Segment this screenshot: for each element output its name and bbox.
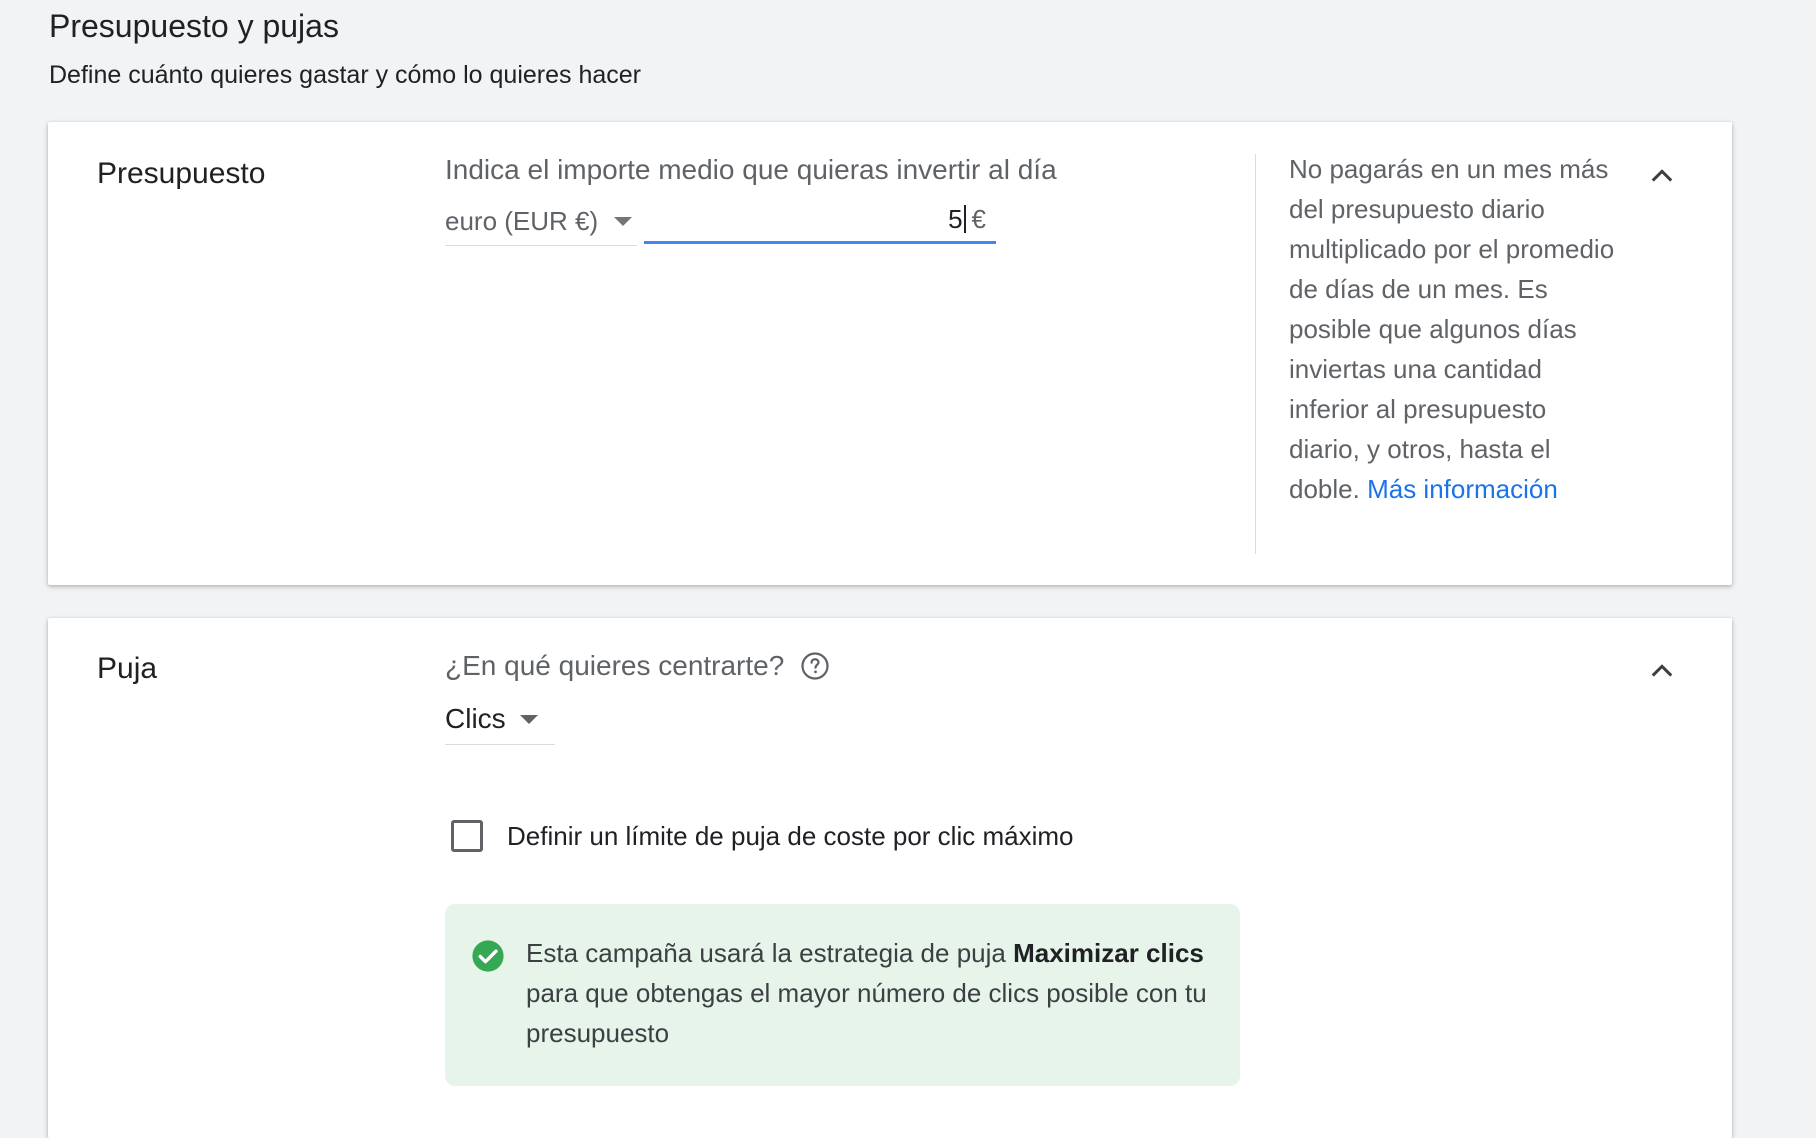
currency-select[interactable]: euro (EUR €) bbox=[445, 197, 637, 246]
chevron-up-icon bbox=[1651, 169, 1673, 182]
page-subtitle: Define cuánto quieres gastar y cómo lo q… bbox=[49, 61, 641, 89]
budget-collapse-button[interactable] bbox=[1642, 156, 1682, 196]
daily-budget-input[interactable]: 5 € bbox=[644, 197, 996, 244]
budget-help-body: No pagarás en un mes más del presupuesto… bbox=[1289, 154, 1615, 504]
help-divider bbox=[1255, 154, 1256, 554]
max-cpc-checkbox-row[interactable]: Definir un límite de puja de coste por c… bbox=[451, 820, 1073, 852]
focus-select[interactable]: Clics bbox=[445, 694, 555, 745]
help-circle-icon[interactable] bbox=[800, 651, 830, 681]
strategy-info-suffix: para que obtengas el mayor número de cli… bbox=[526, 978, 1207, 1048]
max-cpc-checkbox-label: Definir un límite de puja de coste por c… bbox=[507, 820, 1074, 851]
strategy-info-box: Esta campaña usará la estrategia de puja… bbox=[445, 904, 1240, 1086]
strategy-info-text: Esta campaña usará la estrategia de puja… bbox=[526, 933, 1216, 1053]
focus-value: Clics bbox=[445, 703, 506, 734]
bid-section-title: Puja bbox=[97, 652, 158, 685]
page-title: Presupuesto y pujas bbox=[49, 8, 339, 44]
check-circle-icon bbox=[472, 940, 504, 972]
budget-section-title: Presupuesto bbox=[97, 157, 266, 190]
bid-collapse-button[interactable] bbox=[1642, 651, 1682, 691]
bid-card: Puja ¿En qué quieres centrarte? Clics De… bbox=[48, 618, 1732, 1138]
budget-card: Presupuesto Indica el importe medio que … bbox=[48, 122, 1732, 585]
strategy-info-prefix: Esta campaña usará la estrategia de puja bbox=[526, 938, 1006, 968]
text-cursor bbox=[963, 205, 966, 233]
chevron-up-icon bbox=[1651, 664, 1673, 677]
caret-down-icon bbox=[614, 216, 633, 226]
caret-down-icon bbox=[519, 714, 538, 724]
max-cpc-checkbox[interactable] bbox=[451, 820, 483, 852]
strategy-name: Maximizar clics bbox=[1013, 938, 1204, 968]
budget-help-text: No pagarás en un mes más del presupuesto… bbox=[1289, 149, 1619, 509]
more-info-link[interactable]: Más información bbox=[1367, 474, 1558, 504]
daily-budget-value: 5 bbox=[948, 203, 963, 234]
focus-question: ¿En qué quieres centrarte? bbox=[445, 648, 830, 684]
currency-value: euro (EUR €) bbox=[445, 205, 599, 236]
focus-question-label: ¿En qué quieres centrarte? bbox=[445, 650, 785, 681]
budget-field-label: Indica el importe medio que quieras inve… bbox=[445, 154, 1057, 185]
currency-symbol: € bbox=[971, 203, 986, 234]
